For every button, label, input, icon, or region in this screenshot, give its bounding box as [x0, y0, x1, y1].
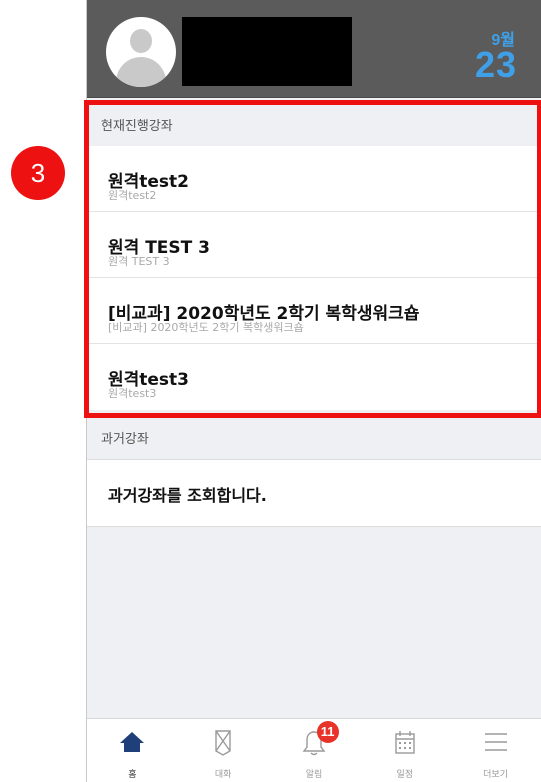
- redacted-user-name: [182, 17, 352, 86]
- tab-chat[interactable]: 대화: [178, 719, 269, 782]
- past-courses-label: 과거강좌를 조회합니다.: [108, 486, 267, 505]
- app-screen: 9월 23 현재진행강좌 원격test2 원격test2 원격 TEST 3 원…: [87, 0, 541, 782]
- bottom-tab-bar: 홈 대화 11 알림 일정 더보기: [87, 718, 541, 782]
- chat-icon: [215, 730, 231, 756]
- date-day: 23: [474, 44, 517, 85]
- course-item[interactable]: 원격 TEST 3 원격 TEST 3: [87, 212, 541, 278]
- past-courses-link[interactable]: 과거강좌를 조회합니다.: [87, 459, 541, 527]
- past-courses-heading: 과거강좌: [87, 421, 541, 459]
- tab-chat-label: 대화: [214, 770, 232, 780]
- course-item[interactable]: 원격test2 원격test2: [87, 146, 541, 212]
- course-subtitle: 원격 TEST 3: [108, 255, 170, 268]
- notification-count-badge: 11: [316, 721, 339, 743]
- course-item[interactable]: [비교과] 2020학년도 2학기 복학생워크숍 [비교과] 2020학년도 2…: [87, 278, 541, 344]
- calendar-icon: [395, 731, 415, 754]
- course-item[interactable]: 원격test3 원격test3: [87, 344, 541, 410]
- course-subtitle: 원격test2: [108, 189, 157, 202]
- avatar[interactable]: [106, 17, 176, 87]
- home-icon: [120, 732, 145, 752]
- tab-more[interactable]: 더보기: [450, 719, 541, 782]
- tab-schedule-label: 일정: [396, 770, 414, 780]
- tab-schedule[interactable]: 일정: [359, 719, 450, 782]
- tab-home[interactable]: 홈: [87, 719, 178, 782]
- menu-icon: [484, 733, 507, 751]
- avatar-body-shape: [116, 57, 166, 87]
- current-course-list: 원격test2 원격test2 원격 TEST 3 원격 TEST 3 [비교과…: [87, 146, 541, 410]
- course-subtitle: [비교과] 2020학년도 2학기 복학생워크숍: [108, 321, 304, 334]
- profile-header: 9월 23: [87, 0, 541, 98]
- tab-more-label: 더보기: [483, 770, 508, 780]
- avatar-head-shape: [130, 29, 152, 53]
- current-courses-heading: 현재진행강좌: [87, 104, 541, 146]
- step-number-badge: 3: [11, 146, 65, 200]
- tab-notifications-label: 알림: [305, 770, 323, 780]
- tab-notifications[interactable]: 11 알림: [269, 719, 360, 782]
- tab-home-label: 홈: [128, 770, 137, 780]
- course-subtitle: 원격test3: [108, 387, 157, 400]
